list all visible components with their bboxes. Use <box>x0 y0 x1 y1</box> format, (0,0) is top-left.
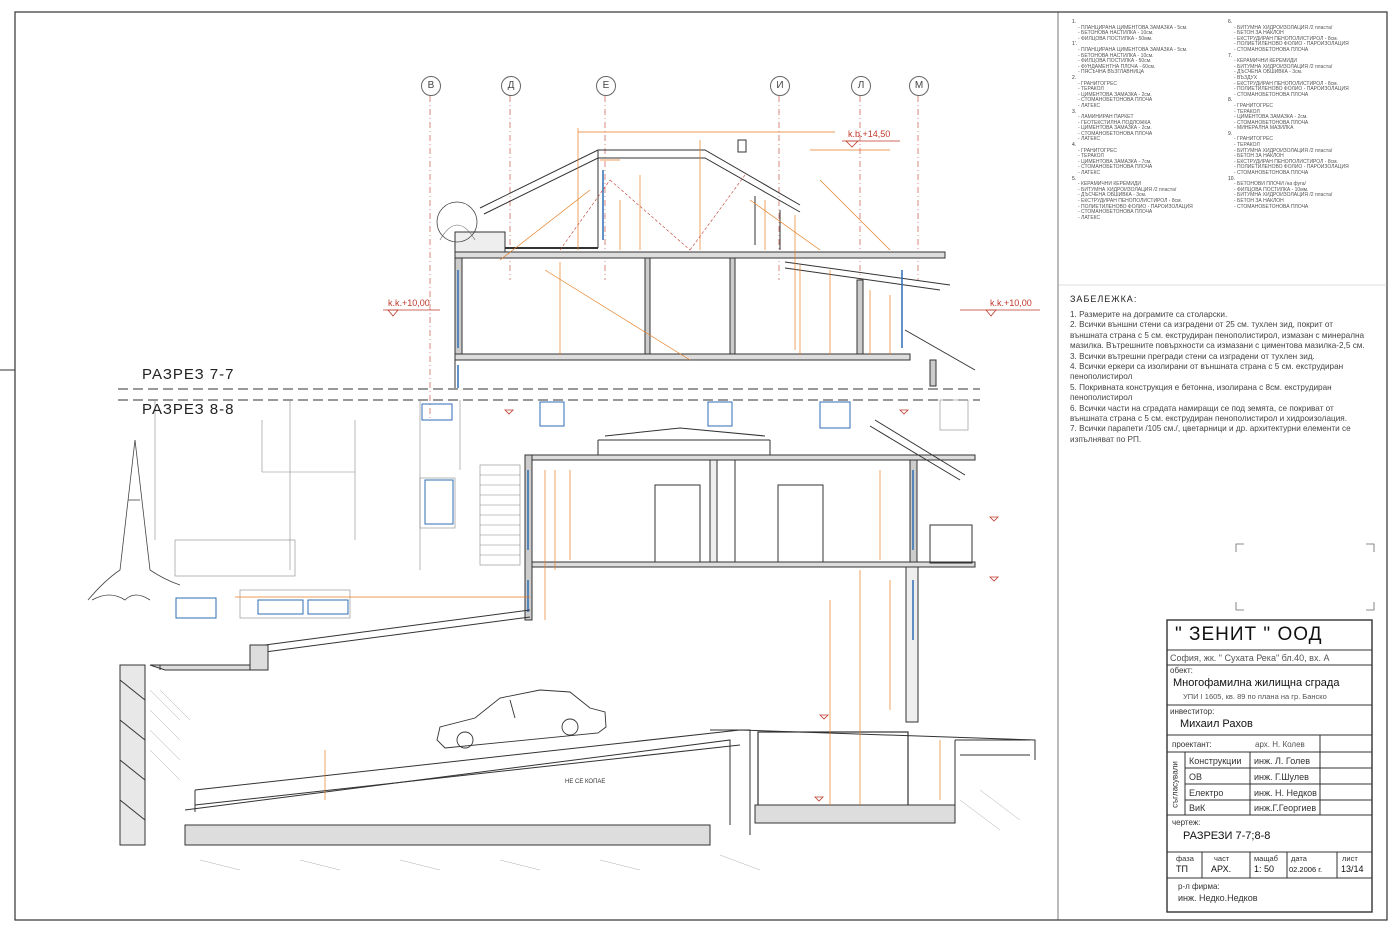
elevation-roof-top: k.b.+14,50 <box>848 129 891 139</box>
designer-name: арх. Н. Колев <box>1255 740 1305 749</box>
note-item: 2. Всички външни стени са изградени от 2… <box>1070 320 1365 351</box>
notes-title: ЗАБЕЛЕЖКА: <box>1070 294 1138 304</box>
company-name: " ЗЕНИТ " ООД <box>1175 624 1323 645</box>
drawing-label: чертеж: <box>1172 818 1201 827</box>
level-markers-lower <box>504 409 999 802</box>
part-label: част <box>1214 854 1230 863</box>
coord-part: Електро <box>1189 788 1224 798</box>
grid-axis-e: Е <box>596 76 616 96</box>
drawing-sheet: В Д Е И Л М k.b.+14,50 k.k.+10,00 k.k.+1… <box>0 0 1400 930</box>
coord-name: инж. Г.Шулев <box>1254 772 1309 782</box>
part-value: АРХ. <box>1211 864 1232 874</box>
car <box>436 689 607 749</box>
coord-name: инж. Л. Голев <box>1254 756 1311 766</box>
layer-line: - ЛАТЕКС <box>1078 214 1101 221</box>
section-7-7-building <box>454 139 976 388</box>
phase-label: фаза <box>1176 854 1194 863</box>
ground-note: НЕ СЕ КОПАЕ <box>565 779 606 785</box>
notes-list: 1. Размерите на дограмите са столарски. … <box>1070 310 1370 445</box>
note-item: 3. Всички вътрешни прегради стени са изг… <box>1070 351 1315 361</box>
elevation-right-level: k.k.+10,00 <box>990 298 1032 308</box>
grid-axis-i: И <box>770 76 790 96</box>
coord-part: Конструкции <box>1189 756 1242 766</box>
date-label: дата <box>1291 854 1307 863</box>
note-item: 1. Размерите на дограмите са столарски. <box>1070 310 1228 319</box>
crop-marks <box>1235 543 1375 611</box>
dimensions-upper <box>499 128 891 361</box>
note-item: 4. Всички еркери са изолирани от външнат… <box>1070 362 1344 382</box>
sheet-value: 13/14 <box>1341 864 1364 874</box>
company-address: София, жк. " Сухата Река" бл.40, вх. А <box>1170 653 1330 663</box>
layer-spec-left: 1. - ПЛАНЦИРАНА ЦИМЕНТОВА ЗАМАЗКА - 5см. -… <box>1072 19 1222 221</box>
manager-label: р-л фирма: <box>1178 882 1220 891</box>
object-subtitle: УПИ I 1605, кв. 89 по плана на гр. Банск… <box>1183 692 1327 701</box>
note-item: 5. Покривната конструкция е бетонна, изо… <box>1070 382 1332 403</box>
investor-name: Михаил Рахов <box>1180 718 1253 730</box>
section-8-8-building <box>524 419 976 723</box>
date-value: 02.2006 г. <box>1289 865 1323 874</box>
dimensions-lower <box>235 470 941 805</box>
note-item: 7. Всички парапети /105 см./, цветарници… <box>1070 424 1351 444</box>
investor-label: инвеститор: <box>1170 707 1215 716</box>
object-name: Многофамилна жилищна сграда <box>1173 677 1340 689</box>
coord-name: инж.Г.Георгиев <box>1254 803 1317 813</box>
phase-value: ТП <box>1176 864 1188 874</box>
section-label-7-7: РАЗРЕЗ 7-7 <box>142 366 235 383</box>
retaining-wall <box>119 664 146 846</box>
tent-structure <box>87 439 181 601</box>
level-markers-upper <box>383 140 1040 317</box>
coord-name: инж. Н. Недков <box>1254 788 1317 798</box>
grid-axis-m: М <box>909 76 929 96</box>
note-item: 6. Всички части на сградата намиращи се … <box>1070 403 1347 424</box>
grid-axis-l: Л <box>851 76 871 96</box>
section-label-8-8: РАЗРЕЗ 8-8 <box>142 401 235 418</box>
designer-label: проектант: <box>1172 740 1212 749</box>
sheet-label: лист <box>1342 854 1358 863</box>
garage-ramp <box>149 609 1036 846</box>
hidden-lines-upper <box>559 174 746 251</box>
coord-part: ОВ <box>1189 772 1203 782</box>
background-elevation <box>154 399 969 619</box>
layer-spec-right: 6. - БИТУМНА ХИДРОИЗОЛАЦИЯ /2 пласта/- БЕ… <box>1228 19 1378 210</box>
coord-part: ВиК <box>1189 803 1206 813</box>
scale-value: 1: 50 <box>1254 864 1275 874</box>
elevation-left-level: k.k.+10,00 <box>388 298 430 308</box>
scale-label: мащаб <box>1254 854 1278 863</box>
manager-name: инж. Недко.Недков <box>1178 893 1258 903</box>
grid-axis-d: Д <box>501 76 521 96</box>
object-label: обект: <box>1170 666 1193 675</box>
layer-line: - СТОМАНОБЕТОНОВА ПЛОЧА <box>1234 203 1309 210</box>
coordination-label: съгласували <box>1170 761 1180 808</box>
drawing-name: РАЗРЕЗИ 7-7;8-8 <box>1183 830 1271 842</box>
windows-lower <box>527 470 914 640</box>
grid-axis-v: В <box>421 76 441 96</box>
